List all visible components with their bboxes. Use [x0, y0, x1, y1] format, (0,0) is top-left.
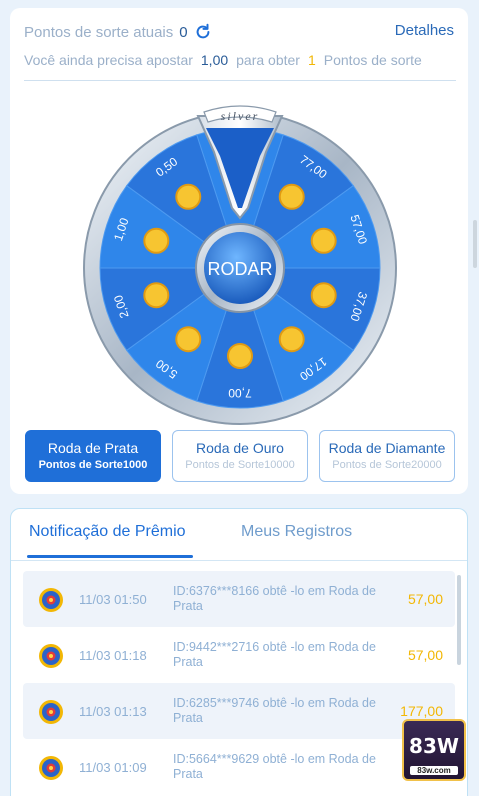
record-amount: 57,00: [407, 591, 443, 607]
tab-silver-wheel[interactable]: Roda de Prata Pontos de Sorte1000: [25, 430, 161, 482]
points-row: Pontos de sorte atuais 0 Detalhes: [24, 22, 454, 42]
medal-icon: [39, 756, 63, 780]
medal-icon: [39, 700, 63, 724]
divider: [24, 80, 456, 81]
tab-gold-wheel[interactable]: Roda de Ouro Pontos de Sorte10000: [172, 430, 308, 482]
tab-diamond-name: Roda de Diamante: [328, 440, 446, 456]
wheel-graphic: 177,0077,0057,0037,0017,007,005,002,001,…: [83, 105, 397, 425]
prize-wheel: 177,0077,0057,0037,0017,007,005,002,001,…: [80, 96, 400, 426]
notifications-card: Notificação de Prêmio Meus Registros 11/…: [10, 508, 468, 796]
record-time: 11/03 01:13: [79, 703, 147, 719]
need-suffix: Pontos de sorte: [323, 52, 422, 68]
record-time: 11/03 01:50: [79, 591, 147, 607]
list-item: 11/03 01:09 ID:5664***9629 obtê -lo em R…: [23, 739, 455, 795]
need-mid: para obter: [236, 52, 300, 68]
coin-icon: [278, 183, 305, 210]
active-tab-indicator: [27, 555, 193, 558]
need-amount: 1,00: [200, 52, 229, 68]
details-link[interactable]: Detalhes: [395, 22, 454, 39]
prize-list: 11/03 01:50 ID:6376***8166 obtê -lo em R…: [23, 571, 455, 795]
list-scrollbar[interactable]: [457, 575, 461, 665]
notification-tabs: Notificação de Prêmio Meus Registros: [11, 509, 467, 561]
record-description: ID:5664***9629 obtê -lo em Roda de Prata: [173, 752, 376, 781]
record-description: ID:6376***8166 obtê -lo em Roda de Prata: [173, 584, 376, 613]
medal-icon: [39, 644, 63, 668]
brand-logo: 83W 83w.com: [402, 719, 466, 781]
tab-diamond-wheel[interactable]: Roda de Diamante Pontos de Sorte20000: [319, 430, 455, 482]
tab-diamond-points: Pontos de Sorte20000: [332, 459, 442, 471]
record-time: 11/03 01:18: [79, 647, 147, 663]
record-time: 11/03 01:09: [79, 759, 147, 775]
tab-my-records[interactable]: Meus Registros: [241, 523, 352, 541]
tab-gold-points: Pontos de Sorte10000: [185, 459, 295, 471]
record-description: ID:6285***9746 obtê -lo em Roda de Prata: [173, 696, 376, 725]
brand-logo-text: 83W: [409, 734, 459, 758]
coin-icon: [310, 282, 337, 309]
coin-icon: [278, 326, 305, 353]
points-label: Pontos de sorte atuais: [24, 23, 174, 41]
wheel-type-tabs: Roda de Prata Pontos de Sorte1000 Roda d…: [25, 430, 455, 482]
lucky-wheel-card: Pontos de sorte atuais 0 Detalhes Você a…: [10, 8, 468, 494]
silver-badge-text: silver: [221, 109, 260, 123]
record-amount: 177,00: [400, 703, 443, 719]
list-item: 11/03 01:50 ID:6376***8166 obtê -lo em R…: [23, 571, 455, 627]
list-item: 11/03 01:13 ID:6285***9746 obtê -lo em R…: [23, 683, 455, 739]
tab-silver-name: Roda de Prata: [47, 440, 139, 456]
points-value: 0: [179, 23, 188, 41]
refresh-icon[interactable]: [194, 23, 212, 41]
coin-icon: [143, 282, 170, 309]
coin-icon: [227, 343, 253, 369]
bet-requirement: Você ainda precisa apostar 1,00 para obt…: [24, 52, 422, 68]
wheel-prize-label: 7,00: [228, 386, 252, 400]
coin-icon: [175, 183, 202, 210]
tab-prize-notification[interactable]: Notificação de Prêmio: [29, 523, 186, 541]
tab-gold-name: Roda de Ouro: [196, 440, 284, 456]
brand-logo-domain: 83w.com: [410, 766, 458, 775]
record-description: ID:9442***2716 obtê -lo em Roda de Prata: [173, 640, 376, 669]
need-points: 1: [307, 52, 316, 68]
page-scrollbar[interactable]: [473, 220, 477, 268]
spin-button-label[interactable]: RODAR: [207, 259, 272, 279]
list-item: 11/03 01:18 ID:9442***2716 obtê -lo em R…: [23, 627, 455, 683]
coin-icon: [143, 227, 170, 254]
tab-silver-points: Pontos de Sorte1000: [38, 459, 148, 471]
coin-icon: [175, 326, 202, 353]
coin-icon: [310, 227, 337, 254]
record-amount: 57,00: [407, 647, 443, 663]
need-prefix: Você ainda precisa apostar: [24, 52, 193, 68]
medal-icon: [39, 588, 63, 612]
